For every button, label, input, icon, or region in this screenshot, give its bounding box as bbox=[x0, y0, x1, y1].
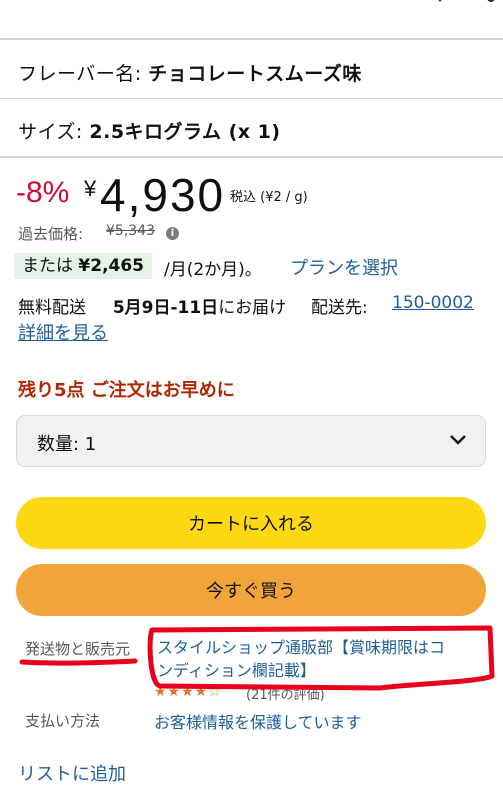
payment-label: 支払い方法 bbox=[25, 712, 101, 730]
chevron-down-icon bbox=[450, 435, 466, 445]
past-price-label: 過去価格: bbox=[18, 225, 84, 243]
currency-symbol: ¥ bbox=[84, 176, 97, 201]
delivery-prefix: 無料配送 bbox=[18, 298, 86, 318]
divider bbox=[0, 156, 503, 158]
flavor-label: フレーバー名: bbox=[18, 63, 142, 85]
size-label: サイズ: bbox=[18, 121, 83, 143]
price: 4,930 bbox=[100, 169, 226, 221]
quantity-label: 数量: 1 bbox=[37, 434, 97, 455]
divider bbox=[0, 98, 503, 99]
size-row[interactable]: サイズ: 2.5キログラム (x 1) bbox=[18, 117, 281, 144]
delivery-dates: 5月9日-11日 bbox=[112, 298, 219, 318]
flavor-row[interactable]: フレーバー名: チョコレートスムーズ味 bbox=[18, 59, 362, 86]
flavor-value: チョコレートスムーズ味 bbox=[148, 63, 362, 85]
add-to-cart-label: カートに入れる bbox=[188, 514, 314, 535]
share-icon[interactable] bbox=[473, 0, 495, 10]
chevron-down-icon[interactable] bbox=[429, 0, 451, 10]
past-price: ¥5,343 bbox=[106, 223, 155, 239]
divider bbox=[0, 38, 503, 40]
top-action-icons bbox=[429, 0, 495, 10]
payment-security-link[interactable]: お客様情報を保護しています bbox=[154, 709, 362, 733]
add-to-list-link[interactable]: リストに追加 bbox=[18, 760, 126, 786]
seller-review-count[interactable]: (21件の評価) bbox=[246, 684, 325, 703]
subscription-prefix: または bbox=[22, 256, 73, 276]
buy-now-label: 今すぐ買う bbox=[206, 581, 296, 602]
plan-select-link[interactable]: プランを選択 bbox=[290, 254, 398, 280]
add-to-cart-button[interactable]: カートに入れる bbox=[16, 497, 486, 549]
stock-status: 残り5点 ご注文はお早めに bbox=[18, 380, 235, 401]
buy-now-button[interactable]: 今すぐ買う bbox=[16, 564, 486, 616]
delivery-info: 無料配送 5月9日-11日にお届け 配送先: bbox=[18, 293, 368, 318]
quantity-select[interactable]: 数量: 1 bbox=[16, 415, 486, 467]
discount-percent: -8% bbox=[16, 176, 70, 209]
seller-link[interactable]: スタイルショップ通販部【賞味期限はコンディション欄記載】 bbox=[157, 636, 457, 682]
subscription-badge: または ¥2,465 bbox=[14, 253, 153, 279]
details-link[interactable]: 詳細を見る bbox=[18, 319, 108, 345]
seller-rating-stars: ★★★★☆ bbox=[154, 684, 222, 700]
tax-note: 税込 (¥2 / g) bbox=[230, 190, 308, 205]
ship-to-label: 配送先: bbox=[311, 298, 368, 318]
delivery-suffix: にお届け bbox=[218, 298, 287, 318]
subscription-period: /月(2か月)。 bbox=[164, 260, 262, 280]
postal-code-link[interactable]: 150-0002 bbox=[392, 293, 474, 313]
seller-label: 発送物と販売元 bbox=[25, 640, 131, 658]
subscription-price: ¥2,465 bbox=[78, 256, 145, 276]
size-value: 2.5キログラム (x 1) bbox=[89, 121, 281, 143]
info-icon[interactable]: i bbox=[166, 227, 179, 240]
